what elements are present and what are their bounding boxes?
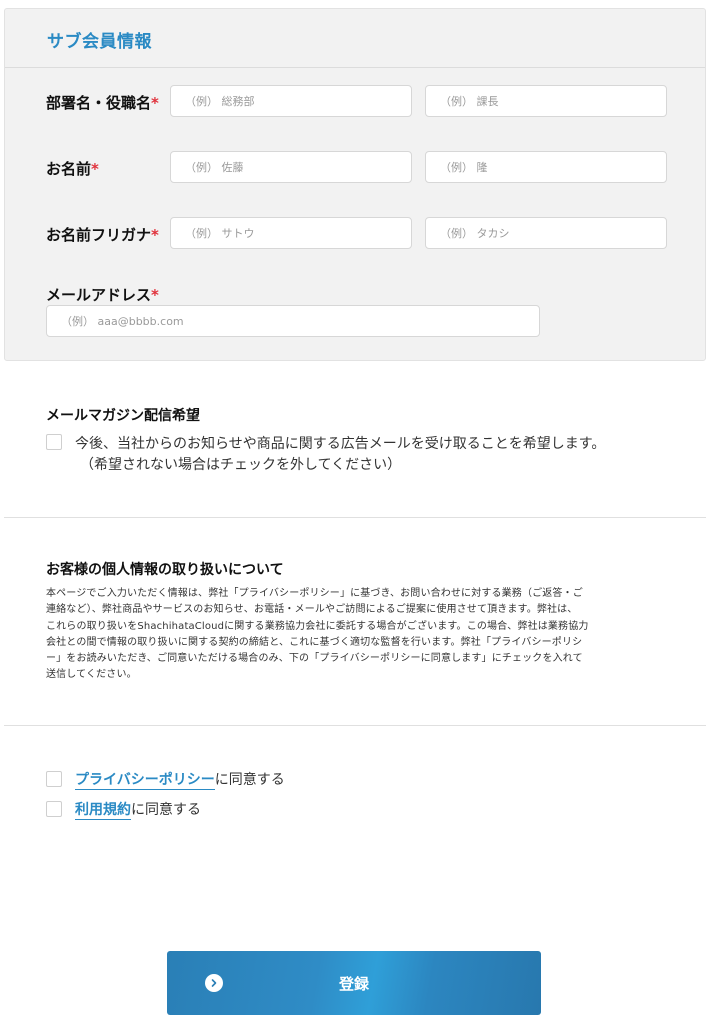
magazine-title: メールマガジン配信希望: [46, 408, 200, 424]
privacy-agree-checkbox[interactable]: [46, 771, 62, 787]
department-input[interactable]: [170, 85, 412, 117]
terms-agree-checkbox[interactable]: [46, 801, 62, 817]
required-mark: *: [91, 160, 99, 178]
privacy-agree-row: プライバシーポリシーに同意する: [75, 769, 285, 790]
privacy-agree-suffix: に同意する: [214, 772, 285, 788]
department-label-text: 部署名・役職名: [46, 94, 152, 112]
register-button[interactable]: 登録: [167, 951, 541, 1015]
register-button-label: 登録: [338, 976, 369, 993]
sub-member-title: サブ会員情報: [47, 32, 152, 52]
kana-label-text: お名前フリガナ: [46, 226, 152, 244]
section-divider: [4, 725, 706, 726]
privacy-title: お客様の個人情報の取り扱いについて: [46, 562, 284, 578]
required-mark: *: [151, 226, 159, 244]
first-name-kana-input[interactable]: [425, 217, 667, 249]
privacy-line: 連絡など）、弊社商品やサービスのお知らせ、お電話・メールやご訪問によるご提案に使…: [46, 604, 578, 616]
privacy-policy-link[interactable]: プライバシーポリシー: [75, 772, 215, 790]
terms-agree-suffix: に同意する: [131, 802, 201, 818]
position-input[interactable]: [425, 85, 667, 117]
terms-agree-row: 利用規約に同意する: [75, 799, 201, 820]
magazine-checkbox[interactable]: [46, 434, 62, 450]
section-divider: [4, 517, 706, 518]
email-input[interactable]: [46, 305, 540, 337]
email-label-text: メールアドレス: [46, 286, 152, 304]
privacy-body: 本ページでご入力いただく情報は、弊社「プライバシーポリシー」に基づき、お問い合わ…: [46, 586, 670, 684]
privacy-line: ー」をお読みいただき、ご同意いただける場合のみ、下の「プライバシーポリシーに同意…: [46, 653, 583, 665]
magazine-checkbox-text: 今後、当社からのお知らせや商品に関する広告メールを受け取ることを希望します。: [75, 436, 606, 452]
first-name-input[interactable]: [425, 151, 667, 183]
privacy-line: 会社との間で情報の取り扱いに関する契約の締結と、これに基づく適切な監督を行います…: [46, 636, 583, 648]
required-mark: *: [151, 94, 159, 112]
panel-divider: [5, 67, 705, 68]
required-mark: *: [151, 286, 159, 304]
last-name-input[interactable]: [170, 151, 412, 183]
privacy-line: これらの取り扱いをShachihataCloudに関する業務協力会社に委託する場…: [46, 620, 589, 632]
name-label: お名前*: [46, 158, 99, 179]
magazine-checkbox-note: （希望されない場合はチェックを外してください）: [80, 457, 402, 473]
department-label: 部署名・役職名*: [46, 92, 159, 113]
last-name-kana-input[interactable]: [170, 217, 412, 249]
terms-link[interactable]: 利用規約: [75, 802, 131, 820]
privacy-line: 本ページでご入力いただく情報は、弊社「プライバシーポリシー」に基づき、お問い合わ…: [46, 588, 583, 599]
kana-label: お名前フリガナ*: [46, 224, 159, 245]
privacy-line: 送信してください。: [46, 669, 137, 681]
email-label: メールアドレス*: [46, 284, 159, 305]
name-label-text: お名前: [46, 160, 92, 178]
